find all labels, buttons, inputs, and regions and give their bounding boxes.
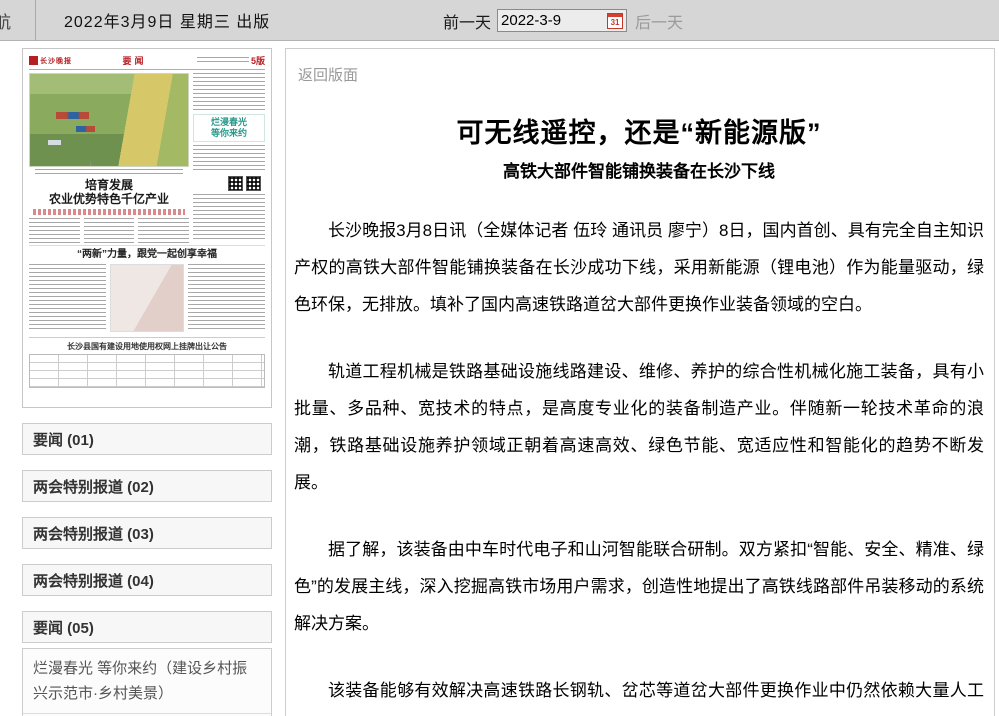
worker-photo [110, 264, 184, 332]
article-paragraph: 长沙晚报3月8日讯（全媒体记者 伍玲 通讯员 廖宁）8日，国内首创、具有完全自主… [294, 212, 984, 323]
newspaper-logo-icon [29, 56, 38, 65]
thumb-middle-row [29, 264, 265, 332]
thumb-headline2: “两新”力量，跟党一起创享幸福 [29, 249, 265, 261]
thumb-middle-section: “两新”力量，跟党一起创享幸福 [29, 245, 265, 332]
sidebar-section-yaowen-05[interactable]: 要闻 (05) [22, 611, 272, 643]
thumb-text-columns [29, 218, 189, 246]
article-paragraph: 轨道工程机械是铁路基础设施线路建设、维修、养护的综合性机械化施工装备，具有小批量… [294, 353, 984, 501]
sidebar-section-yaowen-01[interactable]: 要闻 (01) [22, 423, 272, 455]
section-label: 要闻 (05) [33, 617, 94, 638]
section-label: 两会特别报道 (02) [33, 476, 154, 497]
thumb-text-block [193, 194, 265, 241]
thumb-masthead-name: 长沙晚报 [40, 56, 72, 66]
article-panel: 返回版面 可无线遥控，还是“新能源版” 高铁大部件智能铺换装备在长沙下线 长沙晚… [285, 48, 995, 716]
calendar-icon[interactable]: 31 [607, 13, 623, 29]
thumb-notice-headline: 长沙县国有建设用地使用权网上挂牌出让公告 [29, 337, 265, 352]
sidebar-section-lianghui-03[interactable]: 两会特别报道 (03) [22, 517, 272, 549]
back-to-page-link[interactable]: 返回版面 [298, 64, 358, 85]
article-body: 长沙晚报3月8日讯（全媒体记者 伍玲 通讯员 廖宁）8日，国内首创、具有完全自主… [294, 212, 984, 716]
publication-date: 2022年3月9日 星期三 出版 [64, 8, 270, 32]
thumb-masthead-meta: 5版 [197, 54, 265, 67]
top-toolbar: 航 2022年3月9日 星期三 出版 前一天 31 后一天 [0, 0, 999, 41]
thumb-photo-caption [35, 169, 183, 174]
thumb-page-number: 5版 [251, 54, 265, 67]
sidebar: 长沙晚报 要闻 5版 培育发展 农业优势特色千亿产业 [22, 48, 272, 716]
thumb-top-section: 培育发展 农业优势特色千亿产业 烂漫春光 等你来约 [29, 73, 265, 241]
content-area: 长沙晚报 要闻 5版 培育发展 农业优势特色千亿产业 [0, 41, 999, 716]
thumb-text-block [193, 145, 265, 173]
thumb-teaser: 烂漫春光 等你来约 [193, 114, 265, 142]
thumb-masthead-rule [29, 69, 265, 70]
date-input[interactable] [501, 12, 589, 29]
thumb-headline1-line1: 培育发展 [29, 178, 189, 192]
thumb-notice-table [29, 354, 265, 388]
newspaper-page-thumbnail[interactable]: 长沙晚报 要闻 5版 培育发展 农业优势特色千亿产业 [22, 48, 272, 408]
date-navigation: 前一天 31 后一天 [443, 0, 683, 41]
thumb-text-block [193, 73, 265, 111]
calendar-icon-day: 31 [608, 18, 622, 28]
thumb-text-col [138, 218, 189, 246]
aerial-village-photo [29, 73, 189, 167]
qr-codes [193, 176, 265, 191]
thumb-right-column: 烂漫春光 等你来约 [193, 73, 265, 241]
thumb-masthead: 长沙晚报 要闻 5版 [29, 54, 265, 67]
sidebar-section-lianghui-02[interactable]: 两会特别报道 (02) [22, 470, 272, 502]
sidebar-section-lianghui-04[interactable]: 两会特别报道 (04) [22, 564, 272, 596]
date-field-wrap: 31 [497, 9, 627, 32]
sidebar-article-link[interactable]: 烂漫春光 等你来约（建设乡村振兴示范市·乡村美景） [23, 649, 271, 713]
thumb-text-col [188, 264, 265, 332]
thumb-text-col [29, 218, 80, 246]
thumb-text-col [29, 264, 106, 332]
thumb-page-label: 要闻 [122, 54, 146, 67]
toolbar-divider [35, 0, 36, 41]
article-title: 可无线遥控，还是“新能源版” [294, 111, 984, 150]
previous-day-link[interactable]: 前一天 [443, 9, 491, 33]
sidebar-article-list: 烂漫春光 等你来约（建设乡村振兴示范市·乡村美景） 培育发展农业优势特色千亿产业 [22, 648, 272, 716]
next-day-link-disabled[interactable]: 后一天 [635, 9, 683, 33]
nav-button-partial[interactable]: 航 [0, 8, 18, 33]
article-subtitle: 高铁大部件智能铺换装备在长沙下线 [294, 157, 984, 182]
section-label: 两会特别报道 (03) [33, 523, 154, 544]
thumb-headline1-line2: 农业优势特色千亿产业 [29, 192, 189, 206]
article-paragraph: 该装备能够有效解决高速铁路长钢轨、岔芯等道岔大部件更换作业中仍然依赖大量人工和小… [294, 672, 984, 716]
thumb-meta-textlines [197, 57, 249, 65]
article-paragraph: 据了解，该装备由中车时代电子和山河智能联合研制。双方紧扣“智能、安全、精准、绿色… [294, 531, 984, 642]
section-label: 要闻 (01) [33, 429, 94, 450]
qr-code-icon [228, 176, 243, 191]
thumb-subhead-redline [33, 209, 185, 215]
thumb-text-col [84, 218, 135, 246]
thumb-teaser-line1: 烂漫春光 [194, 117, 264, 128]
qr-code-icon [246, 176, 261, 191]
thumb-teaser-line2: 等你来约 [194, 128, 264, 139]
thumb-left-column: 培育发展 农业优势特色千亿产业 [29, 73, 189, 241]
section-label: 两会特别报道 (04) [33, 570, 154, 591]
